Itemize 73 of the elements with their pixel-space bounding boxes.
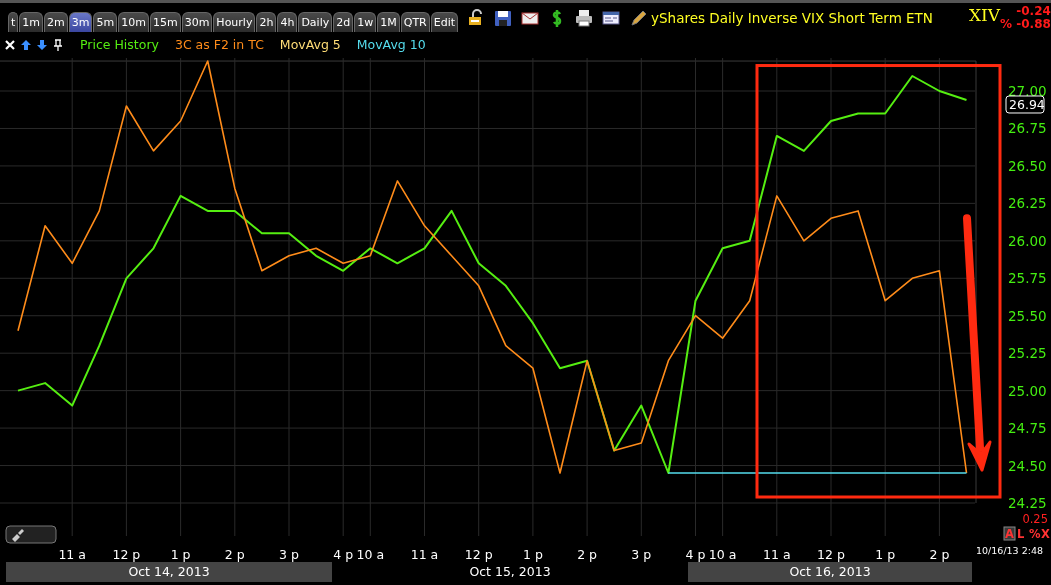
pin-icon[interactable] (52, 39, 64, 51)
time-label: 12 p (817, 547, 845, 562)
time-label: 4 p (685, 547, 706, 562)
security-name: yShares Daily Inverse VIX Short Term ETN (651, 8, 933, 28)
timeframe-tab[interactable]: t (8, 12, 19, 32)
timeframe-tab[interactable]: 1m (19, 12, 44, 32)
timeframe-tab[interactable]: 5m (93, 12, 118, 32)
price-axis-label: 24.50 (1008, 457, 1047, 474)
legend-label: 3C as F2 in TC (174, 35, 264, 54)
time-label: 11 a (58, 547, 86, 562)
time-label: 1 p (875, 547, 896, 562)
scale-button[interactable]: X (1041, 527, 1050, 541)
price-axis-label: 25.75 (1008, 270, 1047, 287)
time-label: 1 p (170, 547, 191, 562)
save-icon[interactable] (494, 9, 513, 27)
price-axis-label: 26.75 (1008, 120, 1047, 137)
mail-icon[interactable] (521, 9, 540, 27)
time-label: 2 p (577, 547, 598, 562)
time-label: 3 p (631, 547, 652, 562)
date-label: Oct 16, 2013 (789, 563, 871, 581)
pencil-icon[interactable] (629, 9, 648, 27)
ticker-symbol: XIV (968, 3, 1001, 25)
timeframe-tab[interactable]: 15m (149, 12, 181, 32)
time-label: 11 a (410, 547, 439, 562)
timeframe-tab[interactable]: 4h (277, 12, 298, 32)
price-axis-label: 26.50 (1008, 157, 1047, 174)
time-label: 2 p (929, 547, 950, 562)
price-change: -0.24 (1015, 4, 1051, 18)
timeframe-tab[interactable]: Hourly (213, 12, 256, 32)
timestamp: 10/16/13 2:48 (976, 545, 1044, 556)
percent-change: % -0.88 (1000, 17, 1051, 31)
timeframe-tab[interactable]: QTR (400, 12, 430, 32)
scale-step: 0.25 (1022, 512, 1048, 526)
close-icon[interactable] (4, 39, 16, 51)
timeframe-tab[interactable]: 2m (44, 12, 68, 32)
time-label: 10 a (356, 547, 385, 562)
printer-icon[interactable] (575, 9, 594, 27)
legend-label: MovAvg 5 (279, 35, 341, 54)
legend-label: MovAvg 10 (356, 35, 426, 54)
price-axis-label: 25.25 (1008, 345, 1047, 362)
brush-button[interactable] (5, 525, 57, 544)
timeframe-tab[interactable]: 2d (333, 12, 354, 32)
time-label: 11 a (763, 547, 791, 562)
card-icon[interactable] (602, 9, 621, 27)
date-label: Oct 14, 2013 (128, 563, 210, 581)
price-axis-label: 24.25 (1008, 495, 1047, 511)
timeframe-tab[interactable]: 30m (181, 12, 213, 32)
date-label: Oct 15, 2013 (469, 563, 551, 581)
time-label: 3 p (279, 547, 299, 562)
time-label: 2 p (224, 547, 245, 562)
price-axis-label: 24.75 (1008, 420, 1047, 437)
time-label: 4 p (333, 547, 354, 562)
price-axis-label: 25.00 (1008, 382, 1047, 399)
timeframe-tab[interactable]: Daily (298, 12, 333, 32)
time-label: 10 a (708, 547, 737, 562)
time-label: 12 p (464, 547, 493, 562)
arrow-up-icon[interactable] (20, 39, 32, 51)
timeframe-tab[interactable]: Edit (430, 12, 459, 32)
last-price-label: 26.94 (1005, 95, 1045, 114)
timeframe-tab[interactable]: 1w (354, 12, 377, 32)
price-axis-label: 26.25 (1008, 195, 1047, 212)
price-axis-label: 26.00 (1008, 232, 1047, 249)
scale-button[interactable]: % (1029, 527, 1041, 541)
price-axis-label: 25.50 (1008, 307, 1047, 324)
timeframe-tab[interactable]: 1M (377, 12, 400, 32)
timeframe-tab[interactable]: 3m (68, 12, 93, 32)
time-label: 1 p (522, 547, 543, 562)
scale-button[interactable]: L (1017, 527, 1025, 541)
timeframe-tab[interactable]: 2h (256, 12, 277, 32)
timeframe-tab[interactable]: 10m (118, 12, 149, 32)
arrow-down-icon[interactable] (36, 39, 48, 51)
legend-label: Price History (80, 35, 159, 54)
time-label: 12 p (112, 547, 141, 562)
